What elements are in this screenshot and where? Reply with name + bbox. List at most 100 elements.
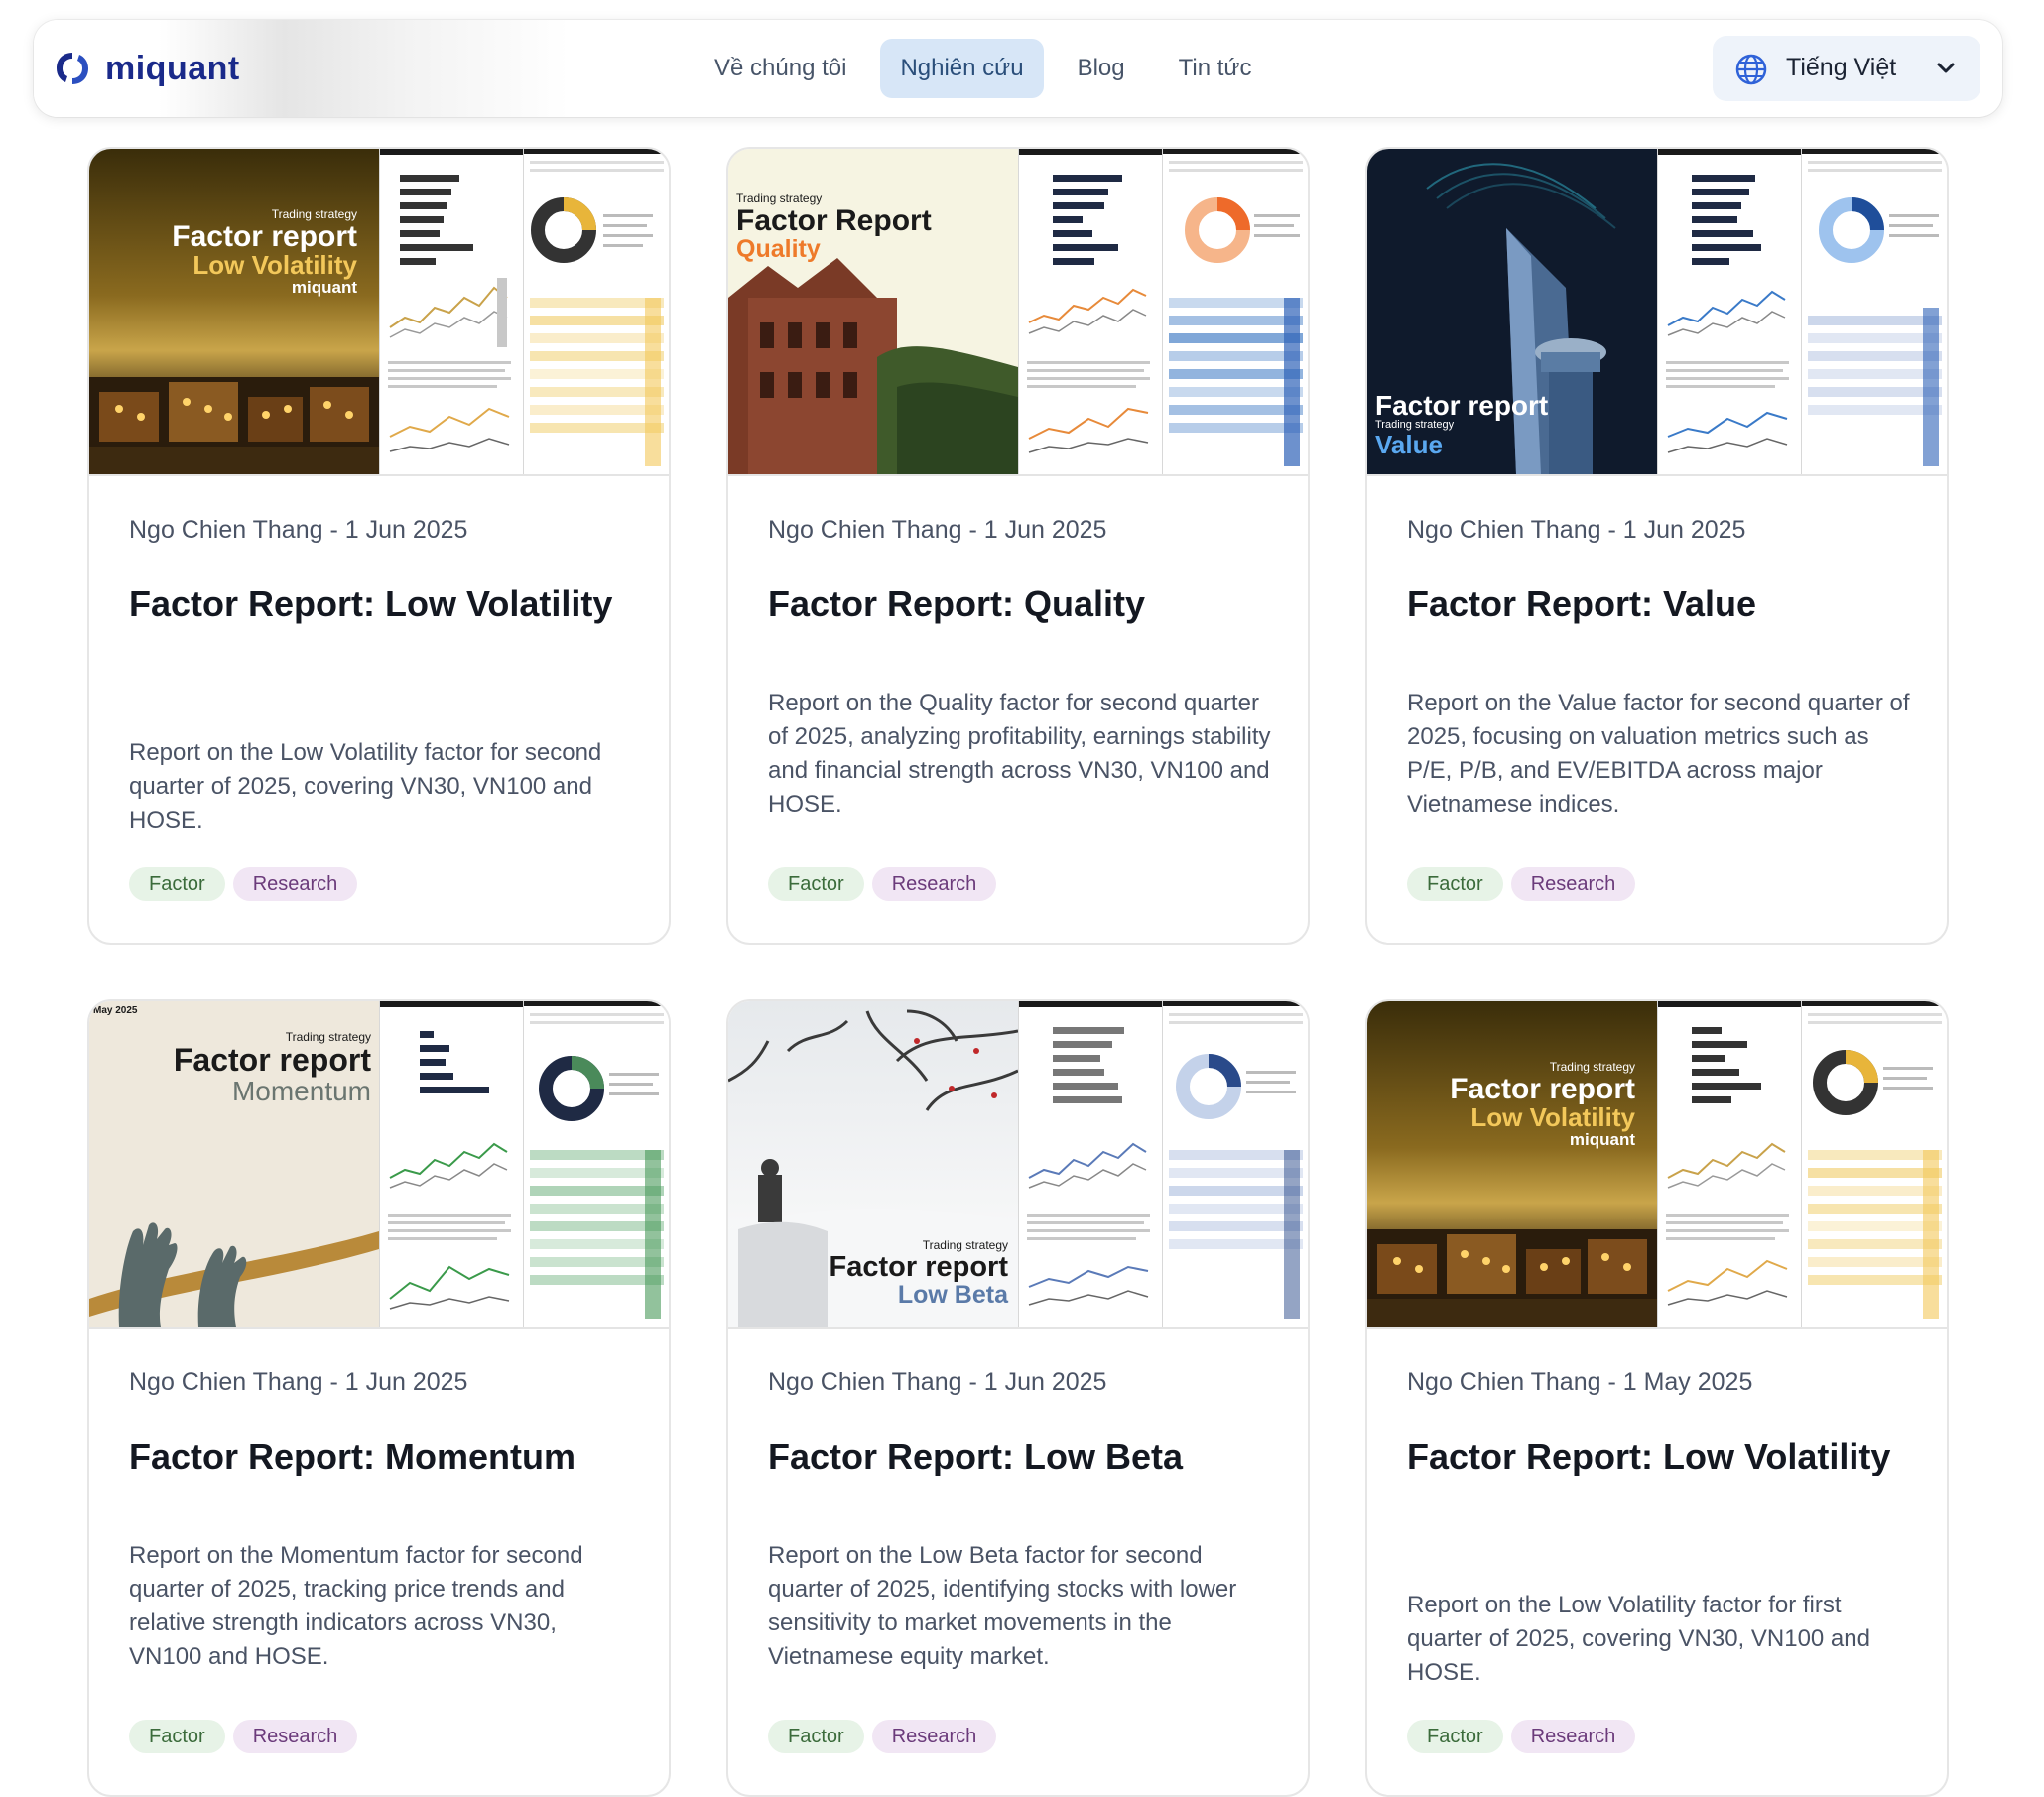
- report-title[interactable]: Factor Report: Quality: [768, 579, 1284, 629]
- bar-chart-preview: [1019, 149, 1162, 453]
- bar-chart-preview: [380, 1001, 523, 1310]
- donut-table-preview: [1802, 1001, 1947, 1319]
- nav-blog[interactable]: Blog: [1058, 39, 1145, 98]
- tag-factor[interactable]: Factor: [768, 1720, 864, 1753]
- donut-table-preview: [1163, 149, 1308, 466]
- report-thumbnail[interactable]: Trading strategy Factor Report Quality: [728, 149, 1308, 476]
- tag-list: Factor Research: [1407, 1720, 1636, 1753]
- chevron-down-icon: [1937, 63, 1955, 73]
- report-description: Report on the Momentum factor for second…: [129, 1542, 583, 1670]
- report-thumbnail[interactable]: Factor report Trading strategy Value: [1367, 149, 1947, 476]
- report-description: Report on the Low Volatility factor for …: [129, 739, 602, 834]
- cover-subheading: Value: [1375, 429, 1443, 459]
- cover-subheading: Momentum: [231, 1076, 371, 1107]
- cover-brand: miquant: [1569, 1130, 1635, 1150]
- report-card[interactable]: Trading strategy Factor report Low Volat…: [1365, 999, 1949, 1797]
- globe-icon: [1735, 54, 1767, 85]
- report-title[interactable]: Factor Report: Low Volatility: [129, 579, 645, 629]
- report-title[interactable]: Factor Report: Value: [1407, 579, 1923, 629]
- report-thumbnail[interactable]: Trading strategy Factor report Low Volat…: [89, 149, 669, 476]
- cover-heading: Factor report: [829, 1250, 1008, 1283]
- bar-chart-preview: [1658, 1001, 1801, 1306]
- report-card[interactable]: Trading strategy Factor report Low Beta: [726, 999, 1310, 1797]
- tag-research[interactable]: Research: [1510, 1720, 1636, 1753]
- report-meta: Ngo Chien Thang - 1 Jun 2025: [768, 1368, 1107, 1396]
- cover-corner-label: May 2025: [93, 1005, 138, 1016]
- report-card[interactable]: Trading strategy Factor Report Quality N…: [726, 147, 1310, 945]
- report-page-preview: [1018, 1001, 1162, 1327]
- report-thumbnail[interactable]: Trading strategy Factor report Low Beta: [728, 1001, 1308, 1329]
- report-page-preview: [1018, 149, 1162, 474]
- donut-table-preview: [524, 149, 669, 466]
- tag-research[interactable]: Research: [871, 1720, 997, 1753]
- tag-research[interactable]: Research: [232, 1720, 358, 1753]
- report-page-preview: [523, 149, 669, 474]
- cover-kicker: Trading strategy: [271, 207, 357, 221]
- report-title[interactable]: Factor Report: Momentum: [129, 1432, 645, 1481]
- tag-factor[interactable]: Factor: [129, 867, 225, 901]
- report-meta: Ngo Chien Thang - 1 Jun 2025: [129, 516, 468, 544]
- report-page-preview: [1162, 1001, 1308, 1327]
- cover-brand: miquant: [291, 278, 357, 298]
- logo-mark-icon: [57, 53, 88, 84]
- language-label: Tiếng Việt: [1786, 54, 1897, 81]
- nav-research[interactable]: Nghiên cứu: [880, 39, 1044, 98]
- report-page-preview: [1657, 1001, 1801, 1327]
- tag-research[interactable]: Research: [232, 867, 358, 901]
- report-meta: Ngo Chien Thang - 1 Jun 2025: [1407, 516, 1746, 544]
- report-page-preview: [1801, 1001, 1947, 1327]
- report-page-preview: [1162, 149, 1308, 474]
- nav-news[interactable]: Tin tức: [1159, 39, 1272, 98]
- donut-table-preview: [1802, 149, 1947, 466]
- tag-factor[interactable]: Factor: [1407, 867, 1503, 901]
- tag-list: Factor Research: [1407, 867, 1636, 901]
- cover-subheading: Quality: [736, 235, 821, 264]
- language-selector[interactable]: Tiếng Việt: [1713, 36, 1980, 101]
- report-thumbnail[interactable]: Trading strategy Factor report Low Volat…: [1367, 1001, 1947, 1329]
- cover-image: Trading strategy Factor report Low Beta: [728, 1001, 1018, 1327]
- brand-logo[interactable]: miquant: [52, 44, 240, 93]
- report-title[interactable]: Factor Report: Low Beta: [768, 1432, 1284, 1481]
- cover-subheading: Low Beta: [897, 1281, 1008, 1310]
- main-nav: Về chúng tôi Nghiên cứu Blog Tin tức: [695, 39, 1271, 98]
- report-meta: Ngo Chien Thang - 1 Jun 2025: [129, 1368, 468, 1396]
- report-page-preview: [1657, 149, 1801, 474]
- report-card[interactable]: Factor report Trading strategy Value Ngo…: [1365, 147, 1949, 945]
- bar-chart-preview: [1658, 149, 1801, 453]
- cover-heading: Factor report: [1450, 1072, 1635, 1105]
- tag-list: Factor Research: [768, 867, 997, 901]
- cover-image: Trading strategy Factor Report Quality: [728, 149, 1018, 474]
- report-description: Report on the Low Volatility factor for …: [1407, 1592, 1870, 1686]
- donut-table-preview: [524, 1001, 669, 1319]
- tag-list: Factor Research: [129, 867, 358, 901]
- cover-subheading: Low Volatility: [192, 250, 357, 281]
- nav-about[interactable]: Về chúng tôi: [695, 39, 866, 98]
- cover-kicker: Trading strategy: [736, 192, 823, 205]
- tag-factor[interactable]: Factor: [129, 1720, 225, 1753]
- report-title[interactable]: Factor Report: Low Volatility: [1407, 1432, 1923, 1481]
- cover-kicker: Trading strategy: [1549, 1060, 1635, 1074]
- report-thumbnail[interactable]: May 2025 Trading strategy Factor report …: [89, 1001, 669, 1329]
- tag-factor[interactable]: Factor: [768, 867, 864, 901]
- report-card[interactable]: May 2025 Trading strategy Factor report …: [87, 999, 671, 1797]
- report-description: Report on the Low Beta factor for second…: [768, 1542, 1237, 1670]
- tag-factor[interactable]: Factor: [1407, 1720, 1503, 1753]
- tag-list: Factor Research: [768, 1720, 997, 1753]
- cover-heading: Factor Report: [736, 203, 932, 237]
- report-meta: Ngo Chien Thang - 1 Jun 2025: [768, 516, 1107, 544]
- top-navbar: miquant Về chúng tôi Nghiên cứu Blog Tin…: [34, 20, 2002, 117]
- cover-image: Trading strategy Factor report Low Volat…: [89, 149, 379, 474]
- cover-heading: Factor report: [172, 219, 357, 253]
- report-description: Report on the Quality factor for second …: [768, 690, 1271, 818]
- report-page-preview: [379, 1001, 523, 1327]
- tag-research[interactable]: Research: [1510, 867, 1636, 901]
- bar-chart-preview: [380, 149, 523, 452]
- town-night-illustration: [1367, 1229, 1657, 1327]
- report-page-preview: [1801, 149, 1947, 474]
- cover-subheading: Low Volatility: [1470, 1102, 1635, 1133]
- report-card[interactable]: Trading strategy Factor report Low Volat…: [87, 147, 671, 945]
- report-meta: Ngo Chien Thang - 1 May 2025: [1407, 1368, 1753, 1396]
- report-page-preview: [523, 1001, 669, 1327]
- report-description: Report on the Value factor for second qu…: [1407, 690, 1910, 818]
- tag-research[interactable]: Research: [871, 867, 997, 901]
